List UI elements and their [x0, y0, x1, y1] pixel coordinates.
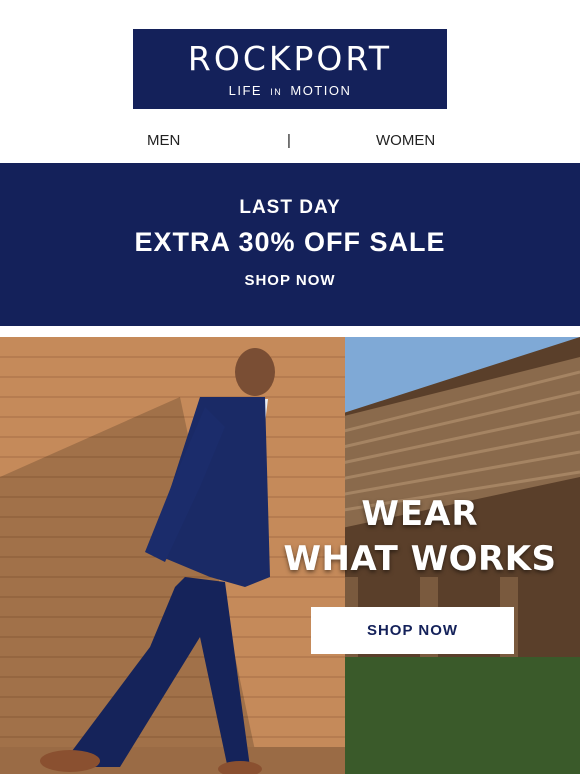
nav-separator: | — [287, 132, 291, 149]
hero-shop-now-button[interactable]: SHOP NOW — [311, 607, 514, 654]
sale-headline: LAST DAY — [239, 197, 341, 218]
logo-wordmark: ROCKPORT — [187, 39, 393, 78]
tagline-left: LIFE — [228, 83, 263, 98]
hero-title-line2: WHAT WORKS — [283, 539, 557, 579]
email-page: ROCKPORT LIFE IN MOTION MEN | WOMEN LAST… — [0, 0, 580, 774]
hero-banner[interactable]: WEAR WHAT WORKS SHOP NOW — [0, 337, 580, 774]
tagline-mid: IN — [270, 87, 283, 97]
rockport-logo[interactable]: ROCKPORT LIFE IN MOTION — [133, 29, 447, 109]
nav-link-women[interactable]: WOMEN — [376, 132, 435, 149]
sale-banner[interactable]: LAST DAY EXTRA 30% OFF SALE SHOP NOW — [0, 163, 580, 326]
tagline-right: MOTION — [290, 83, 352, 98]
sale-offer: EXTRA 30% OFF SALE — [134, 227, 446, 257]
nav-link-men[interactable]: MEN — [147, 132, 180, 149]
hero-title-line1: WEAR — [361, 494, 479, 534]
logo-tagline: LIFE IN MOTION — [133, 83, 447, 100]
top-nav: MEN | WOMEN — [0, 128, 580, 154]
sale-shop-now-link[interactable]: SHOP NOW — [0, 272, 580, 289]
